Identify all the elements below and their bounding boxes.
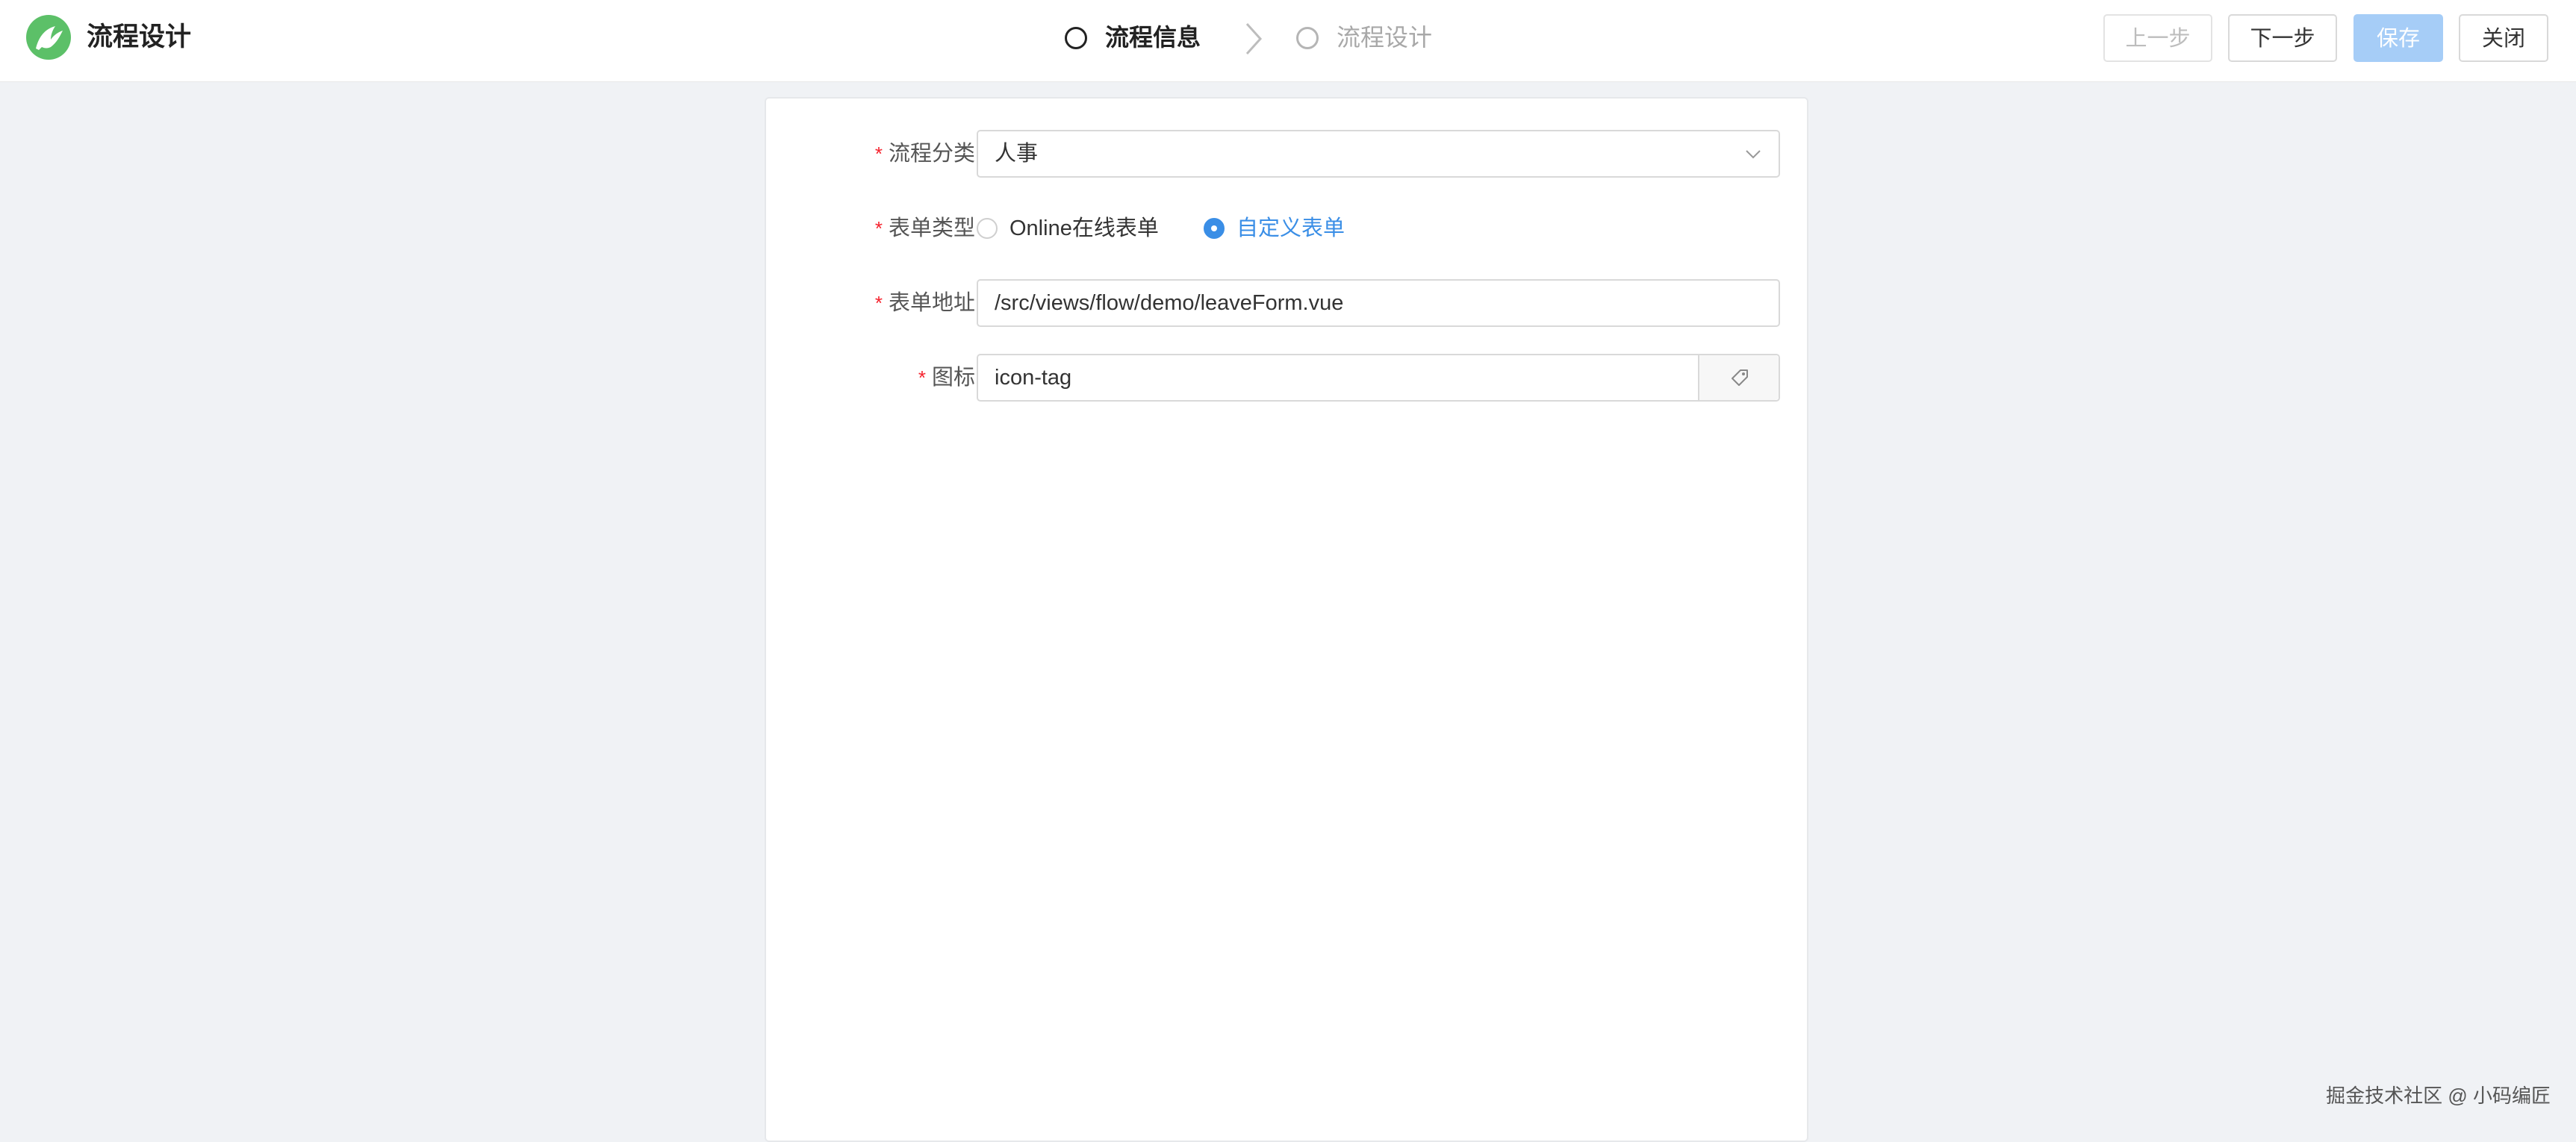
chevron-down-icon — [1746, 150, 1761, 159]
step-circle-icon — [1296, 27, 1319, 49]
icon-label: * 图标 — [918, 354, 975, 402]
required-mark: * — [874, 292, 883, 314]
form-row-category: * 流程分类 人事 — [766, 130, 1810, 178]
icon-label-text: 图标 — [931, 366, 975, 390]
form-url-input-value: /src/views/flow/demo/leaveForm.vue — [995, 291, 1344, 315]
tag-icon — [1732, 369, 1748, 386]
radio-label: 自定义表单 — [1236, 216, 1345, 240]
top-header: 流程设计 流程信息 流程设计 上一步 下一步 保存 关闭 — [0, 0, 2576, 82]
leaf-logo-icon — [26, 15, 71, 60]
step-label: 流程信息 — [1105, 24, 1201, 51]
category-label: * 流程分类 — [875, 130, 975, 178]
required-mark: * — [874, 217, 883, 240]
chevron-right-icon — [1245, 22, 1263, 55]
watermark: 掘金技术社区 @ 小码编匠 — [2326, 1085, 2551, 1107]
radio-label: Online在线表单 — [1009, 216, 1159, 240]
form-url-label-text: 表单地址 — [888, 291, 975, 315]
icon-input-value: icon-tag — [995, 366, 1072, 390]
form-row-icon: * 图标 icon-tag — [766, 354, 1810, 402]
form-row-form-type: * 表单类型 Online在线表单 自定义表单 — [766, 205, 1810, 252]
radio-checked-icon — [1204, 218, 1225, 239]
form-card: *流程分类 人事 *表单类型 Online在线表单 自定义表单 *表单地址 — [765, 97, 1808, 1142]
close-button[interactable]: 关闭 — [2459, 14, 2548, 62]
required-mark: * — [874, 143, 883, 165]
step-circle-icon — [1065, 27, 1087, 49]
prev-step-button[interactable]: 上一步 — [2103, 14, 2212, 62]
form-url-input[interactable]: /src/views/flow/demo/leaveForm.vue — [977, 279, 1780, 327]
radio-unchecked-icon — [977, 218, 998, 239]
category-label-text: 流程分类 — [888, 142, 975, 166]
form-type-radio-group: Online在线表单 自定义表单 — [977, 205, 1780, 252]
category-select[interactable]: 人事 — [977, 130, 1780, 178]
form-type-label: * 表单类型 — [875, 205, 975, 252]
next-step-button[interactable]: 下一步 — [2228, 14, 2337, 62]
category-select-value: 人事 — [995, 142, 1039, 166]
required-mark: * — [918, 366, 926, 389]
save-button[interactable]: 保存 — [2353, 14, 2443, 62]
form-type-label-text: 表单类型 — [888, 216, 975, 240]
icon-input[interactable]: icon-tag — [977, 354, 1780, 402]
form-row-form-url: * 表单地址 /src/views/flow/demo/leaveForm.vue — [766, 279, 1810, 327]
form-url-label: * 表单地址 — [875, 279, 975, 327]
step-label: 流程设计 — [1337, 24, 1433, 51]
page-title: 流程设计 — [87, 22, 192, 52]
icon-picker-button[interactable] — [1698, 355, 1779, 400]
